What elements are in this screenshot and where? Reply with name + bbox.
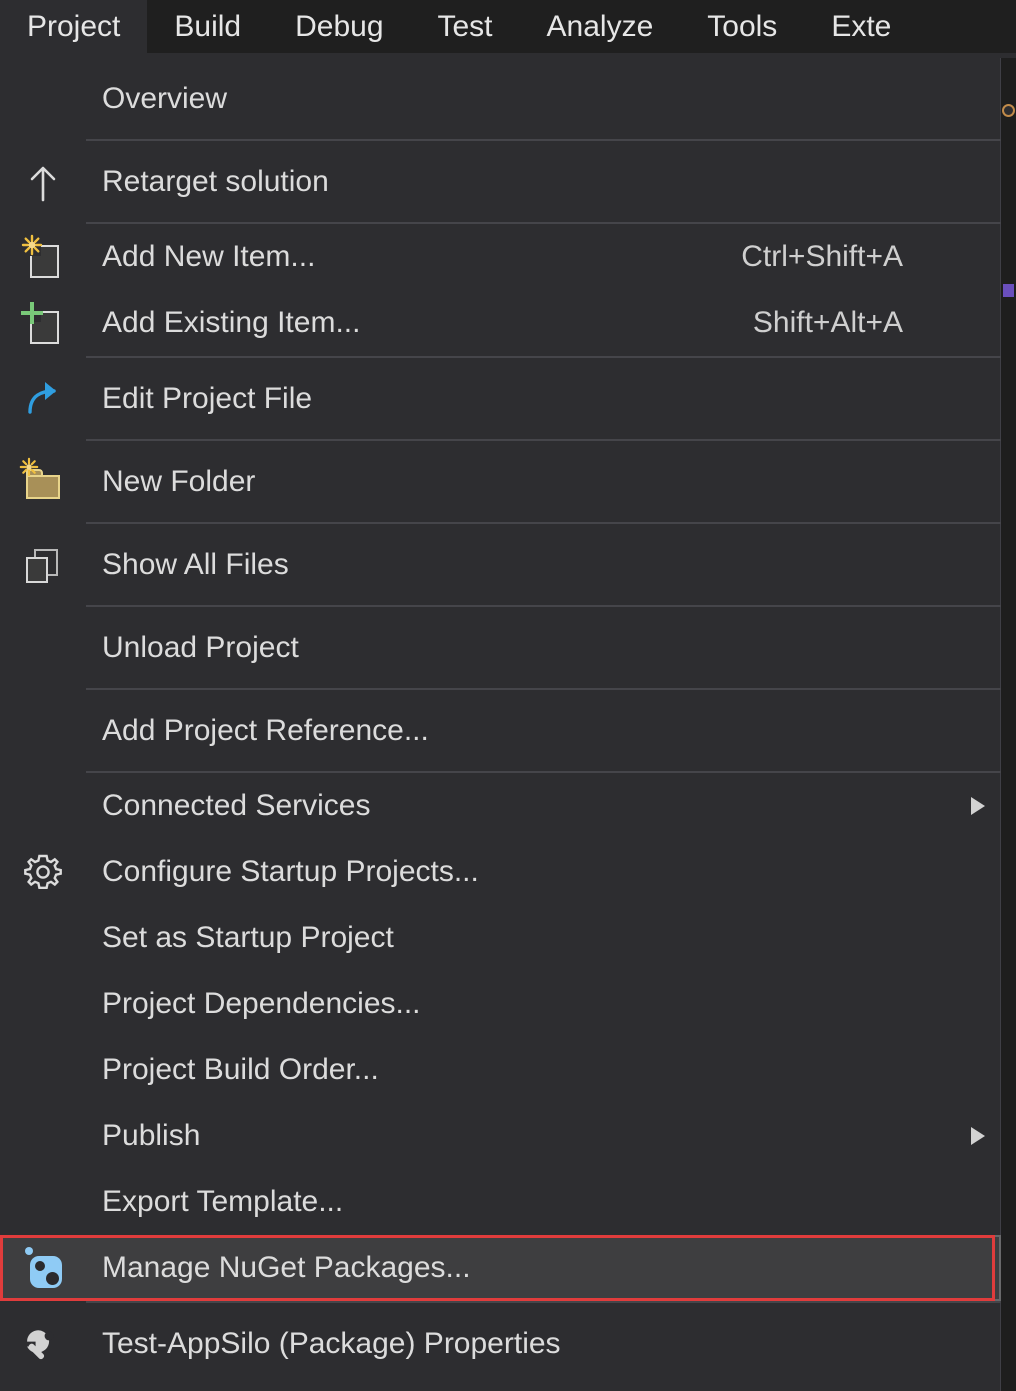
menu-item-unload-project[interactable]: Unload Project [0,607,1001,688]
editor-scroll-gutter[interactable] [1001,58,1016,1391]
menu-item-add-existing-item[interactable]: Add Existing Item... Shift+Alt+A [0,290,1001,356]
submenu-arrow-slot [955,1127,1001,1145]
menu-item-project-build-order[interactable]: Project Build Order... [0,1037,1001,1103]
menu-item-label: Unload Project [86,631,903,665]
menu-item-label: Show All Files [86,548,903,582]
menubar-item-label: Build [174,10,241,44]
menu-item-edit-project-file[interactable]: Edit Project File [0,358,1001,439]
menu-item-label: New Folder [86,465,903,499]
add-new-item-icon [20,234,66,280]
menubar-item-project[interactable]: Project [0,0,147,53]
chevron-right-icon [971,1127,985,1145]
menubar-item-analyze[interactable]: Analyze [520,0,681,53]
menu-item-label: Publish [86,1119,903,1153]
submenu-arrow-slot [955,797,1001,815]
menu-item-icon-slot [0,58,86,139]
menu-item-label: Connected Services [86,789,903,823]
menu-item-project-properties[interactable]: Test-AppSilo (Package) Properties [0,1303,1001,1384]
project-menu-dropdown: Overview Retarget solution [0,58,1001,1391]
menubar-item-extensions[interactable]: Exte [804,0,918,53]
menu-item-label: Add New Item... [86,240,741,274]
gutter-change-marker [1003,284,1014,297]
menu-item-project-dependencies[interactable]: Project Dependencies... [0,971,1001,1037]
gear-icon [20,849,66,895]
menu-item-label: Manage NuGet Packages... [86,1251,903,1285]
menu-item-label: Add Project Reference... [86,714,903,748]
menu-item-label: Add Existing Item... [86,306,753,340]
menu-item-label: Project Build Order... [86,1053,903,1087]
gutter-circle-marker-icon [1002,104,1015,117]
menu-bar: Project Build Debug Test Analyze Tools E… [0,0,1016,53]
menu-item-new-folder[interactable]: New Folder [0,441,1001,522]
menubar-item-test[interactable]: Test [411,0,520,53]
menubar-item-tools[interactable]: Tools [680,0,804,53]
menu-item-label: Configure Startup Projects... [86,855,903,889]
menu-item-export-template[interactable]: Export Template... [0,1169,1001,1235]
menubar-item-label: Tools [707,10,777,44]
menu-item-add-new-item[interactable]: Add New Item... Ctrl+Shift+A [0,224,1001,290]
menu-item-label: Project Dependencies... [86,987,903,1021]
menubar-item-label: Test [438,10,493,44]
nuget-icon [20,1245,66,1291]
menubar-item-label: Exte [831,10,891,44]
up-arrow-icon [20,159,66,205]
menu-item-label: Edit Project File [86,382,903,416]
wrench-icon [20,1321,66,1367]
menubar-item-label: Project [27,10,120,44]
menu-item-show-all-files[interactable]: Show All Files [0,524,1001,605]
add-existing-item-icon [20,300,66,346]
menu-item-manage-nuget-packages[interactable]: Manage NuGet Packages... [0,1235,1001,1301]
menu-item-configure-startup-projects[interactable]: Configure Startup Projects... [0,839,1001,905]
edit-project-file-icon [20,376,66,422]
menu-item-shortcut: Shift+Alt+A [753,306,955,340]
menu-item-add-project-reference[interactable]: Add Project Reference... [0,690,1001,771]
menubar-item-label: Debug [295,10,383,44]
menu-item-label: Test-AppSilo (Package) Properties [86,1327,903,1361]
menubar-item-label: Analyze [547,10,654,44]
menu-item-set-as-startup-project[interactable]: Set as Startup Project [0,905,1001,971]
menu-item-overview[interactable]: Overview [0,58,1001,139]
menubar-item-build[interactable]: Build [147,0,268,53]
menu-item-label: Retarget solution [86,165,903,199]
menu-item-label: Set as Startup Project [86,921,903,955]
chevron-right-icon [971,797,985,815]
menu-item-connected-services[interactable]: Connected Services [0,773,1001,839]
menu-item-shortcut: Ctrl+Shift+A [741,240,955,274]
menubar-item-debug[interactable]: Debug [268,0,410,53]
menu-item-retarget-solution[interactable]: Retarget solution [0,141,1001,222]
menu-item-label: Overview [86,82,903,116]
show-all-files-icon [20,542,66,588]
menu-item-label: Export Template... [86,1185,903,1219]
new-folder-icon [20,459,66,505]
menu-item-publish[interactable]: Publish [0,1103,1001,1169]
